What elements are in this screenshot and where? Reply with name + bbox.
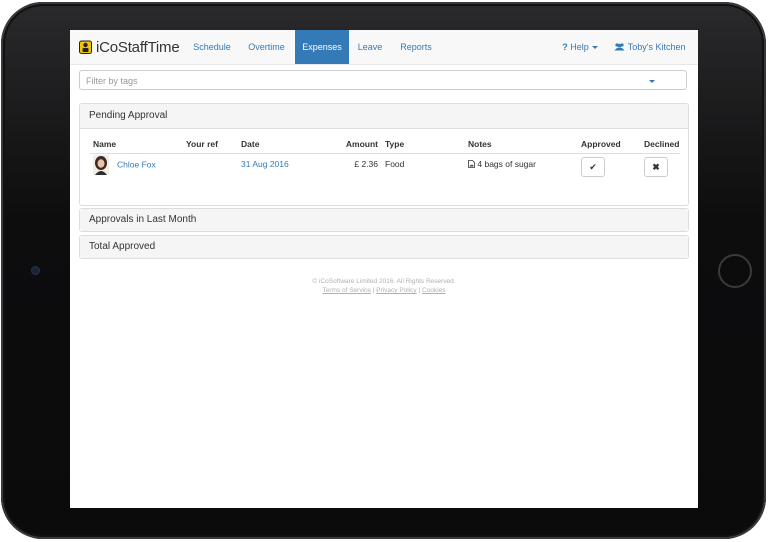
- cell-date: 31 Aug 2016: [238, 154, 311, 187]
- avatar: [93, 155, 109, 175]
- footer-links: Terms of Service | Privacy Policy | Cook…: [70, 286, 698, 295]
- logo-icon: [79, 40, 92, 54]
- brand[interactable]: iCoStaffTime: [79, 36, 180, 58]
- filter-tags-input[interactable]: [80, 72, 686, 90]
- cell-approved: ✔: [578, 154, 641, 187]
- user-menu[interactable]: Toby's Kitchen: [610, 30, 690, 84]
- camera-icon: [32, 267, 39, 274]
- nav-reports[interactable]: Reports: [392, 30, 440, 64]
- terms-link[interactable]: Terms of Service: [322, 287, 370, 294]
- help-menu[interactable]: ? Help: [560, 30, 600, 64]
- expense-date-link[interactable]: 31 Aug 2016: [241, 159, 289, 169]
- approvals-last-month-heading[interactable]: Approvals in Last Month: [80, 209, 688, 231]
- col-approved: Approved: [578, 136, 641, 154]
- cell-ref: [183, 154, 238, 187]
- cell-amount: £ 2.36: [354, 159, 378, 169]
- cell-declined: ✖: [641, 154, 680, 187]
- nav-overtime[interactable]: Overtime: [240, 30, 293, 64]
- table-row: Chloe Fox 31 Aug 2016 £ 2.36 Food 4 bags…: [90, 154, 680, 187]
- cell-name: Chloe Fox: [90, 154, 183, 187]
- nav-expenses[interactable]: Expenses: [295, 30, 349, 64]
- copyright-text: © iCoSoftware Limited 2016. All Rights R…: [312, 278, 456, 285]
- total-approved-panel: Total Approved: [79, 235, 689, 259]
- app-screen: iCoStaffTime Schedule Overtime Expenses …: [70, 30, 698, 508]
- check-icon: ✔: [589, 162, 597, 172]
- approve-button[interactable]: ✔: [581, 157, 605, 177]
- chevron-down-icon: [591, 46, 598, 50]
- pending-approval-heading[interactable]: Pending Approval: [80, 104, 688, 129]
- cell-notes: 4 bags of sugar: [465, 154, 578, 187]
- approvals-last-month-panel: Approvals in Last Month: [79, 208, 689, 232]
- privacy-link[interactable]: Privacy Policy: [376, 287, 416, 294]
- navbar: iCoStaffTime Schedule Overtime Expenses …: [70, 30, 698, 84]
- employee-name-link[interactable]: Chloe Fox: [117, 159, 156, 169]
- separator: |: [372, 287, 375, 294]
- col-amount: Amount: [311, 136, 382, 154]
- file-image-icon: [468, 160, 475, 168]
- cookies-link[interactable]: Cookies: [422, 287, 445, 294]
- expenses-table: Name Your ref Date Amount Type Notes App…: [90, 136, 680, 186]
- table-header-row: Name Your ref Date Amount Type Notes App…: [90, 136, 680, 154]
- notes-text: 4 bags of sugar: [477, 159, 536, 169]
- footer: © iCoSoftware Limited 2016. All Rights R…: [70, 277, 698, 295]
- pending-approval-panel: Pending Approval Name Your ref Date Amou…: [79, 103, 689, 206]
- ipad-frame: iCoStaffTime Schedule Overtime Expenses …: [0, 0, 768, 542]
- col-name: Name: [90, 136, 183, 154]
- col-notes: Notes: [465, 136, 578, 154]
- col-date: Date: [238, 136, 311, 154]
- times-icon: ✖: [652, 162, 660, 172]
- filter-tags-field[interactable]: [79, 70, 687, 90]
- home-button[interactable]: [718, 254, 752, 288]
- cell-type: Food: [385, 159, 405, 169]
- users-icon: [614, 43, 625, 51]
- help-icon: ?: [562, 42, 568, 52]
- brand-name: iCoStaffTime: [96, 38, 180, 56]
- nav-schedule[interactable]: Schedule: [187, 30, 237, 64]
- col-type: Type: [382, 136, 465, 154]
- col-your-ref: Your ref: [183, 136, 238, 154]
- separator: |: [418, 287, 421, 294]
- user-label: Toby's Kitchen: [627, 42, 686, 52]
- decline-button[interactable]: ✖: [644, 157, 668, 177]
- total-approved-heading[interactable]: Total Approved: [80, 236, 688, 258]
- help-label: Help: [570, 42, 589, 52]
- col-declined: Declined: [641, 136, 680, 154]
- nav-leave[interactable]: Leave: [351, 30, 389, 64]
